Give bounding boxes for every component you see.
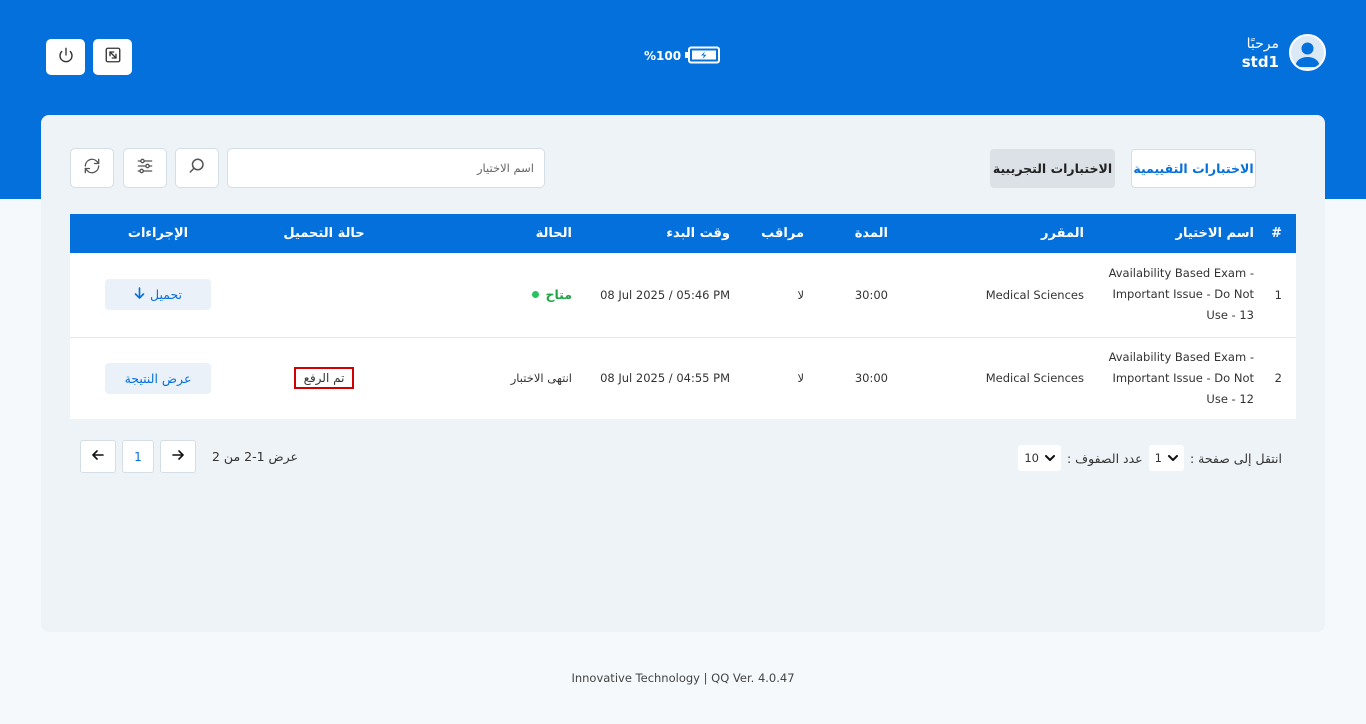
col-header-duration: المدة <box>854 226 888 241</box>
col-header-proctor: مراقب <box>761 226 804 241</box>
exam-course: Medical Sciences <box>985 287 1084 302</box>
pagination-controls: انتقل إلى صفحة : 1 عدد الصفوف : 10 <box>1018 445 1282 471</box>
battery-icon <box>685 46 721 67</box>
search-icon <box>188 157 206 179</box>
table-row: 2 Availability Based Exam - Important Is… <box>70 337 1296 419</box>
user-icon <box>1295 42 1320 67</box>
battery-percent: %100 <box>644 49 682 63</box>
exam-proctor: لا <box>797 287 804 302</box>
table-header-row: # اسم الاختيار المقرر المدة مراقب وقت ال… <box>70 214 1296 253</box>
rows-per-page-select[interactable]: 10 <box>1018 445 1061 471</box>
tab-assessment-exams[interactable]: الاختبارات التقييمية <box>1131 149 1256 188</box>
exam-course: Medical Sciences <box>985 371 1084 386</box>
arrow-down-icon <box>134 287 145 302</box>
exam-name-search-input[interactable] <box>227 148 545 188</box>
upload-status: تم الرفع <box>293 367 355 390</box>
col-header-name: اسم الاختيار <box>1175 226 1254 241</box>
pagination-info: عرض 1-2 من 2 <box>212 449 298 464</box>
page-navigator: 1 عرض 1-2 من 2 <box>80 440 298 473</box>
exam-name: Availability Based Exam - Important Issu… <box>1108 266 1254 323</box>
goto-page-value: 1 <box>1154 451 1162 465</box>
row-num: 2 <box>1274 371 1282 386</box>
power-button[interactable] <box>46 39 85 75</box>
exam-duration: 30:00 <box>854 371 888 386</box>
tab-practice-exams[interactable]: الاختبارات التجريبية <box>990 149 1115 188</box>
power-icon <box>57 46 75 68</box>
col-header-num: # <box>1271 226 1282 241</box>
rows-per-page-label: عدد الصفوف : <box>1067 450 1143 466</box>
rows-per-page-value: 10 <box>1024 451 1039 465</box>
exam-proctor: لا <box>797 371 804 386</box>
col-header-status: الحالة <box>535 226 572 241</box>
next-page-button[interactable] <box>160 440 196 473</box>
upload-status <box>246 253 402 337</box>
col-header-start-time: وقت البدء <box>666 226 730 241</box>
exam-start-time: 08 Jul 2025 / 04:55 PM <box>600 371 730 386</box>
filter-sliders-icon <box>135 156 155 180</box>
page-number-button[interactable]: 1 <box>122 440 154 473</box>
download-button-label: تحميل <box>150 287 183 303</box>
search-button[interactable] <box>175 148 219 188</box>
exam-name: Availability Based Exam - Important Issu… <box>1108 349 1254 406</box>
arrow-left-icon <box>92 449 104 464</box>
chevron-down-icon <box>1045 451 1055 465</box>
download-button[interactable]: تحميل <box>105 279 211 311</box>
exams-table: # اسم الاختيار المقرر المدة مراقب وقت ال… <box>70 214 1296 419</box>
actions-cell: عرض النتيجة <box>70 337 246 419</box>
footer-version: Innovative Technology | QQ Ver. 4.0.47 <box>571 671 795 685</box>
exam-status: متاح <box>402 253 578 337</box>
table-row: 1 Availability Based Exam - Important Is… <box>70 253 1296 337</box>
prev-page-button[interactable] <box>80 440 116 473</box>
exams-card: الاختبارات التقييمية الاختبارات التجريبي… <box>41 115 1325 632</box>
exam-duration: 30:00 <box>854 287 888 302</box>
exam-status: انتهى الاختبار <box>510 371 572 386</box>
row-num: 1 <box>1274 287 1282 302</box>
status-badge: متاح <box>532 287 572 302</box>
actions-cell: تحميل <box>70 253 246 337</box>
goto-page-label: انتقل إلى صفحة : <box>1189 450 1282 466</box>
avatar[interactable] <box>1289 34 1326 71</box>
greeting: مرحبًا <box>1246 35 1279 52</box>
arrow-right-icon <box>172 449 184 464</box>
status-text: متاح <box>545 287 572 303</box>
username: std1 <box>1241 52 1279 71</box>
user-info: مرحبًا std1 <box>1242 34 1326 71</box>
exam-start-time: 08 Jul 2025 / 05:46 PM <box>600 287 730 302</box>
upload-status-cell: تم الرفع <box>246 337 402 419</box>
status-dot-icon <box>532 291 540 299</box>
view-result-button[interactable]: عرض النتيجة <box>105 362 211 394</box>
goto-page-select[interactable]: 1 <box>1148 445 1184 471</box>
chevron-down-icon <box>1167 451 1178 465</box>
refresh-icon <box>82 156 102 180</box>
fullscreen-icon <box>104 46 122 68</box>
col-header-course: المقرر <box>1041 226 1084 241</box>
fullscreen-button[interactable] <box>93 39 132 75</box>
col-header-actions: الإجراءات <box>127 226 189 241</box>
battery-indicator: %100 <box>644 46 721 66</box>
col-header-upload-status: حالة التحميل <box>283 226 365 241</box>
filter-button[interactable] <box>123 148 167 188</box>
refresh-button[interactable] <box>70 148 114 188</box>
